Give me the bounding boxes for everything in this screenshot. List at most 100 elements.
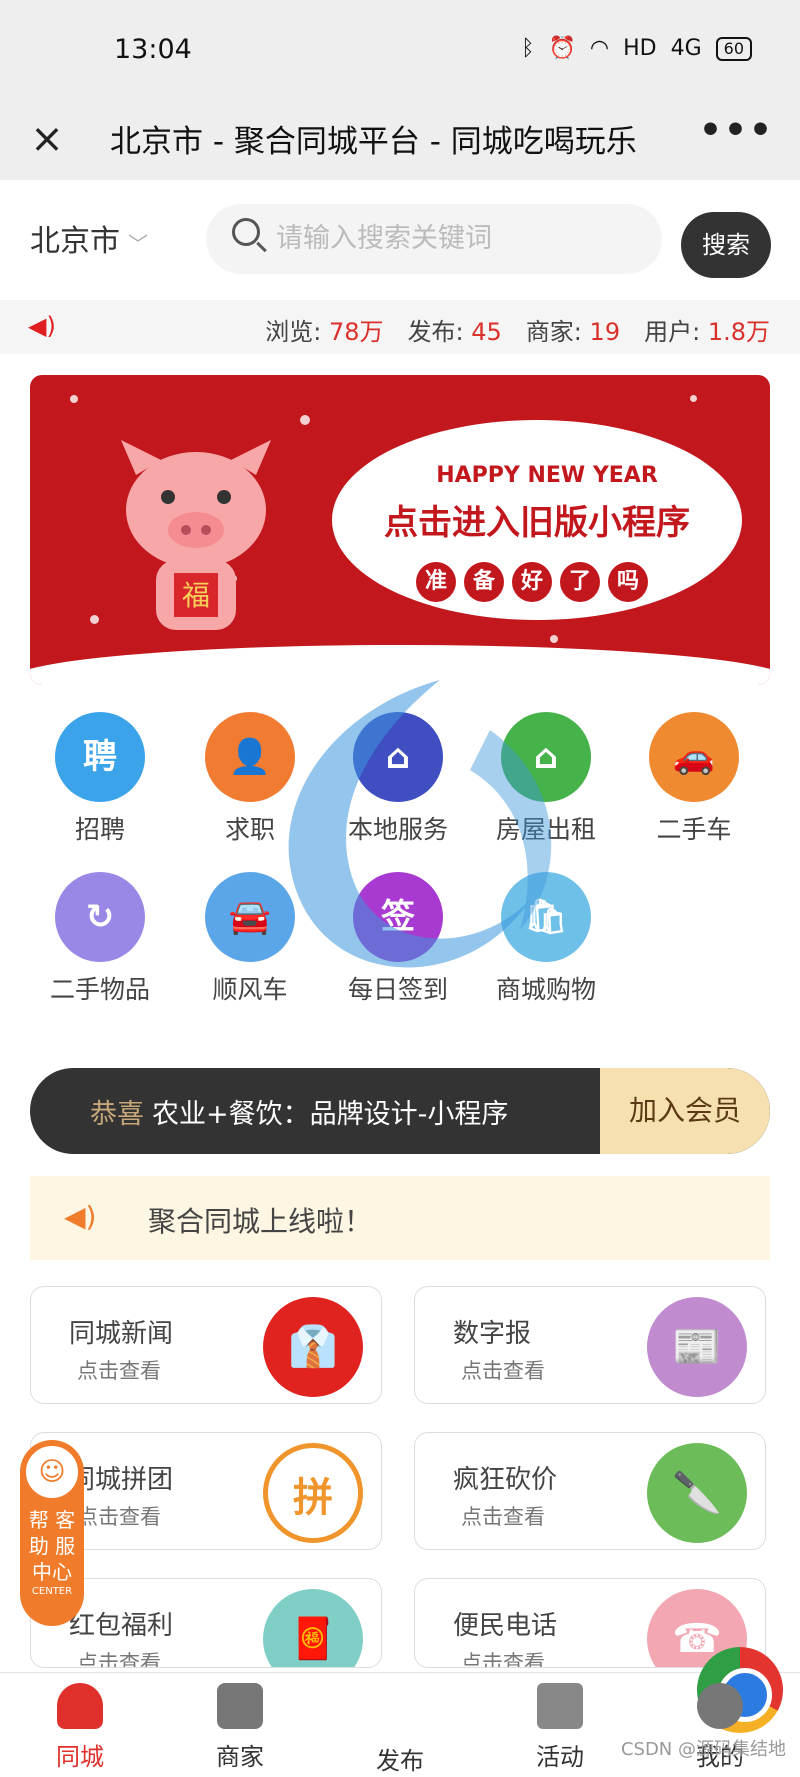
grid-item-label: 二手车 [656, 815, 732, 844]
search-button[interactable]: 搜索 [681, 212, 771, 278]
signal-icon: 4G [670, 36, 702, 61]
status-icons: ᛒ ⏰ ◠ HD 4G 60 [521, 36, 752, 61]
tab-city[interactable]: 同城 [20, 1683, 140, 1772]
stat-users: 用户: 1.8万 [644, 318, 770, 346]
speaker-icon: ◀) [28, 312, 56, 340]
grid-item-label: 商城购物 [495, 975, 596, 1004]
stats-list: 浏览: 78万 发布: 45 商家: 19 用户: 1.8万 [265, 312, 770, 347]
ticker-congrats: 恭喜 [90, 1099, 144, 1130]
support-agent-icon: ☺ [23, 1443, 81, 1501]
city-selector[interactable]: 北京市 ﹀ [30, 216, 148, 260]
card-title: 同城新闻 [69, 1319, 174, 1349]
red-packet-icon: 🧧 [263, 1589, 363, 1667]
recycle-icon: ↻ [55, 872, 145, 962]
help-line: 帮 客 [28, 1508, 76, 1532]
card-subtitle: 点击查看 [77, 1359, 161, 1383]
notice-bar[interactable]: ◀) 聚合同城上线啦！ [30, 1176, 770, 1260]
grid-item-label: 每日签到 [347, 975, 448, 1004]
stat-posts: 发布: 45 [407, 318, 502, 346]
snowflake [300, 415, 310, 425]
bluetooth-icon: ᛒ [521, 36, 535, 61]
card-subtitle: 点击查看 [77, 1505, 161, 1529]
close-button[interactable]: × [22, 114, 72, 164]
banner-badges: 准 备 好 了 吗 [416, 562, 648, 602]
tab-label: 活动 [536, 1743, 584, 1771]
promo-banner[interactable]: 福 HAPPY NEW YEAR 点击进入旧版小程序 准 备 好 了 吗 [30, 375, 770, 685]
help-center-button[interactable]: ☺ 帮 客 助 服 中心 CENTER [20, 1440, 84, 1626]
search-box[interactable] [206, 204, 662, 274]
card-subtitle: 点击查看 [77, 1651, 161, 1668]
banner-badge: 好 [512, 562, 552, 602]
search-input[interactable] [276, 218, 646, 258]
grid-item-carpool[interactable]: 🚘 顺风车 [180, 872, 320, 1006]
card-hotline[interactable]: 便民电话 点击查看 ☎ [414, 1578, 766, 1668]
search-icon [232, 218, 260, 246]
member-ticker: 恭喜 农业+餐饮：品牌设计-小程序 [90, 1092, 610, 1131]
page-title: 北京市 - 聚合同城平台 - 同城吃喝玩乐 [110, 124, 637, 160]
bottom-tab-bar: 同城 商家 发布 活动 我的 CSDN @源码集结地 [0, 1647, 800, 1777]
grid-item-label: 招聘 [74, 815, 125, 844]
group-buy-icon: 拼 [263, 1443, 363, 1543]
battery-icon: 60 [715, 36, 752, 61]
member-bar: 恭喜 农业+餐饮：品牌设计-小程序 加入会员 [30, 1068, 770, 1154]
banner-headline: HAPPY NEW YEAR [436, 463, 658, 488]
grid-item-label: 顺风车 [212, 975, 288, 1004]
grid-item-label: 二手物品 [49, 975, 150, 1004]
person-icon: 👤 [205, 712, 295, 802]
shopping-bag-icon: 🛍 [501, 872, 591, 962]
city-name: 北京市 [30, 224, 120, 259]
card-title: 红包福利 [69, 1611, 174, 1641]
tab-label: 同城 [56, 1743, 104, 1771]
more-button[interactable]: ••• [699, 110, 774, 151]
chevron-down-icon: ﹀ [128, 232, 148, 256]
car-icon: 🚗 [649, 712, 739, 802]
search-row: 北京市 ﹀ 搜索 [0, 196, 800, 286]
card-title: 数字报 [453, 1319, 532, 1349]
tab-label: 商家 [216, 1743, 264, 1771]
location-pin-icon: ⌂ [353, 712, 443, 802]
snowflake [90, 615, 99, 624]
network-type: HD [623, 36, 657, 61]
grid-item-recruit[interactable]: 聘 招聘 [30, 712, 170, 846]
speaker-icon: ◀) [64, 1200, 97, 1233]
tab-activity[interactable]: 活动 [500, 1683, 620, 1772]
car-front-icon: 🚘 [205, 872, 295, 962]
banner-main-text: 点击进入旧版小程序 [384, 503, 690, 543]
tab-merchant[interactable]: 商家 [180, 1683, 300, 1772]
stat-views: 浏览: 78万 [265, 318, 384, 346]
pig-mascot-icon: 福 [121, 440, 271, 630]
help-line: 助 服 [28, 1534, 76, 1558]
grid-item-local-service[interactable]: ⌂ 本地服务 [328, 712, 468, 846]
card-title: 同城拼团 [69, 1465, 174, 1495]
help-line: 中心 [32, 1560, 72, 1584]
grid-item-house-rental[interactable]: ⌂ 房屋出租 [476, 712, 616, 846]
grid-item-used-goods[interactable]: ↻ 二手物品 [30, 872, 170, 1006]
join-member-button[interactable]: 加入会员 [600, 1068, 770, 1154]
wifi-icon: ◠ [589, 36, 610, 61]
pig-label: 福 [182, 579, 210, 612]
card-digital-paper[interactable]: 数字报 点击查看 📰 [414, 1286, 766, 1404]
banner-badge: 准 [416, 562, 456, 602]
card-subtitle: 点击查看 [461, 1651, 545, 1668]
recruit-icon: 聘 [55, 712, 145, 802]
news-anchor-icon: 👔 [263, 1297, 363, 1397]
grid-item-daily-checkin[interactable]: 签 每日签到 [328, 872, 468, 1006]
grid-item-mall[interactable]: 🛍 商城购物 [476, 872, 616, 1006]
status-bar: 13:04 ᛒ ⏰ ◠ HD 4G 60 [0, 0, 800, 100]
card-city-news[interactable]: 同城新闻 点击查看 👔 [30, 1286, 382, 1404]
banner-cloud [30, 645, 770, 685]
snowflake [550, 635, 558, 643]
card-subtitle: 点击查看 [461, 1359, 545, 1383]
grid-item-used-car[interactable]: 🚗 二手车 [624, 712, 764, 846]
card-title: 疯狂砍价 [453, 1465, 558, 1495]
card-title: 便民电话 [453, 1611, 558, 1641]
status-time: 13:04 [114, 34, 192, 65]
card-bargain[interactable]: 疯狂砍价 点击查看 🔪 [414, 1432, 766, 1550]
stat-merchants: 商家: 19 [525, 318, 621, 346]
grid-item-job-seek[interactable]: 👤 求职 [180, 712, 320, 846]
card-subtitle: 点击查看 [461, 1505, 545, 1529]
cleaver-icon: 🔪 [647, 1443, 747, 1543]
grid-item-label: 本地服务 [347, 815, 448, 844]
banner-badge: 吗 [608, 562, 648, 602]
tab-publish[interactable]: 发布 [340, 1647, 783, 1776]
